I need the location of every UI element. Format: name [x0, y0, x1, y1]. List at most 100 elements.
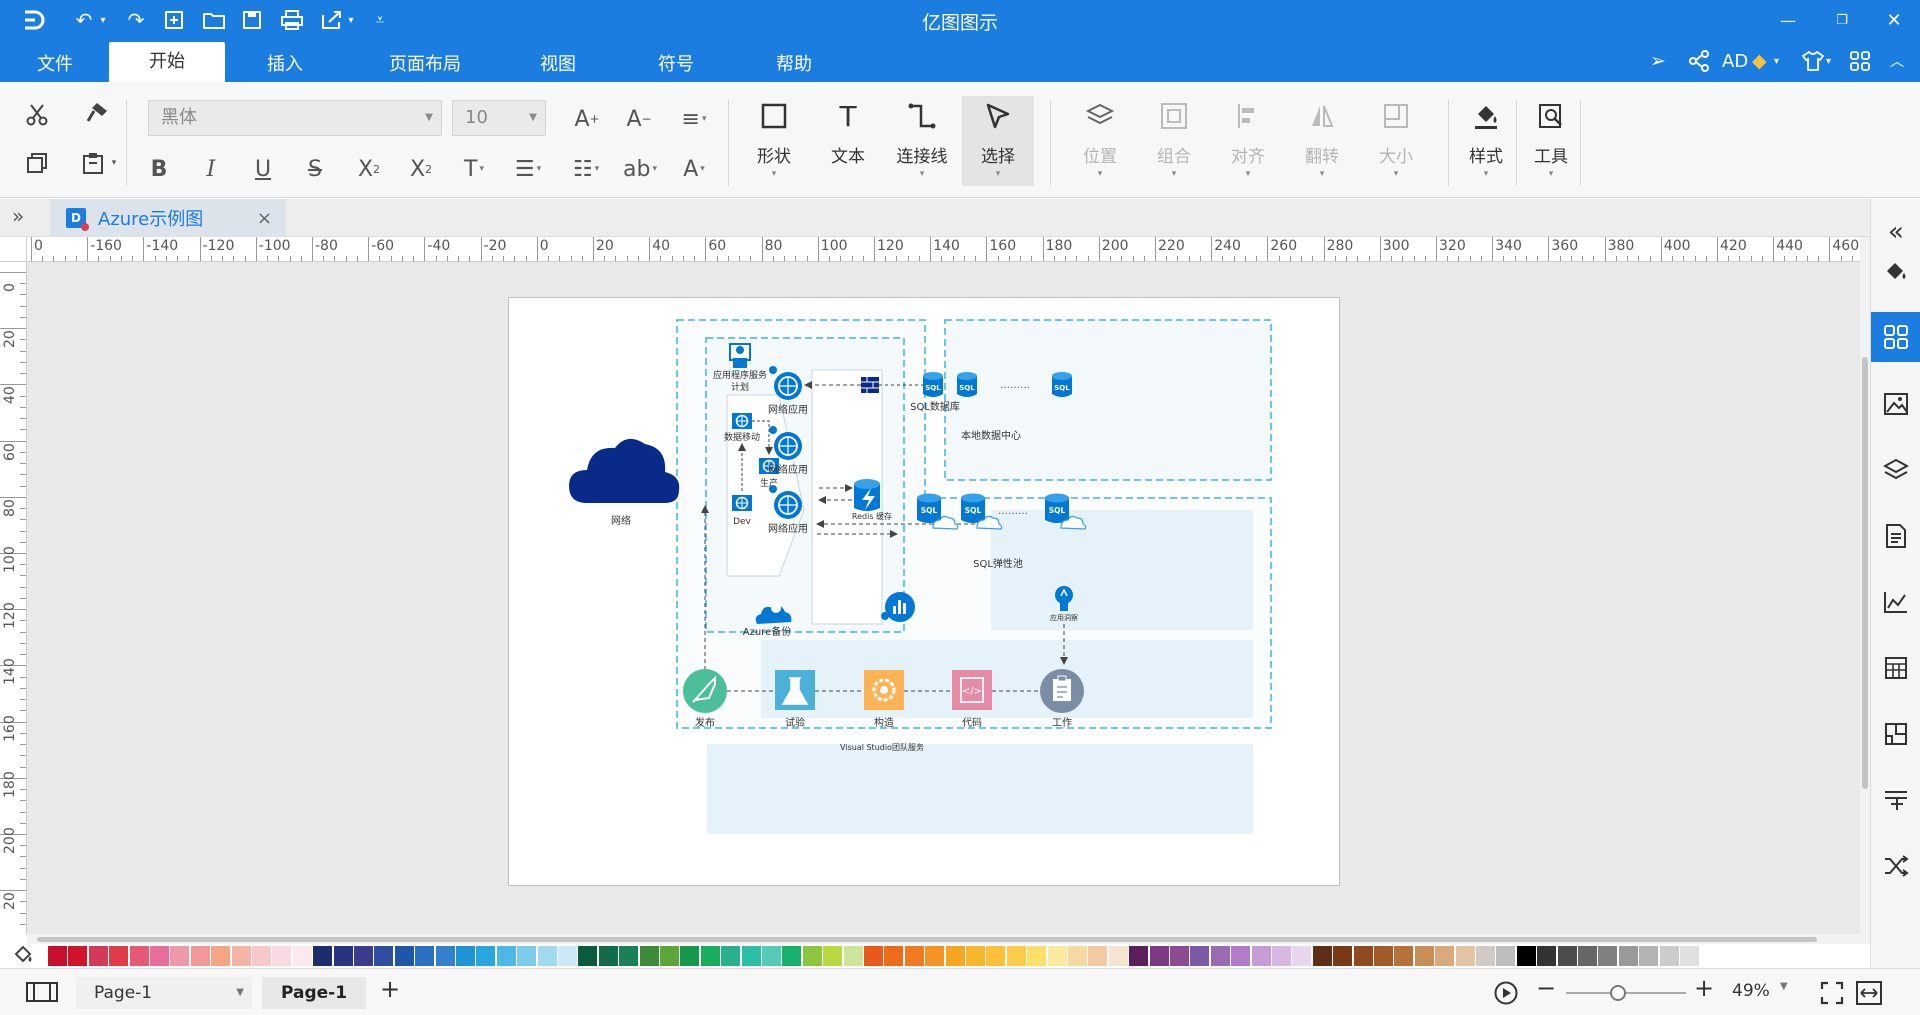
color-swatch[interactable]	[660, 946, 679, 966]
color-swatch[interactable]	[1680, 946, 1699, 966]
color-swatch[interactable]	[537, 946, 557, 966]
color-swatch[interactable]	[1251, 946, 1271, 966]
dev-slot-icon[interactable]	[732, 495, 752, 511]
color-swatch[interactable]	[925, 946, 945, 966]
color-swatch[interactable]	[109, 946, 129, 966]
fill-bucket-icon[interactable]	[12, 944, 34, 971]
flip-button[interactable]: 翻转 ▾	[1286, 96, 1358, 186]
select-button[interactable]: 选择 ▾	[962, 96, 1034, 186]
app-logo-icon[interactable]	[20, 6, 48, 34]
color-swatch[interactable]	[374, 946, 394, 966]
size-button[interactable]: 大小 ▾	[1360, 96, 1432, 186]
apps-grid-icon[interactable]	[1850, 48, 1870, 74]
zoom-out-icon[interactable]: −	[1536, 974, 1556, 1002]
color-swatch[interactable]	[48, 946, 67, 966]
color-swatch[interactable]	[904, 946, 924, 966]
firewall-icon[interactable]	[861, 377, 879, 393]
quick-access-customize-icon[interactable]: ⩡	[366, 6, 394, 34]
tab-symbol[interactable]: 符号	[636, 48, 716, 82]
color-swatch[interactable]	[190, 946, 210, 966]
color-swatch[interactable]	[1598, 946, 1618, 966]
connector-button[interactable]: 连接线 ▾	[886, 96, 958, 186]
app-service-plan-icon[interactable]	[729, 343, 751, 368]
color-swatch[interactable]	[558, 946, 577, 966]
open-folder-icon[interactable]	[200, 6, 228, 34]
color-swatch[interactable]	[843, 946, 863, 966]
tab-insert[interactable]: 插入	[245, 48, 325, 82]
color-swatch[interactable]	[700, 946, 720, 966]
zoom-dropdown-icon[interactable]: ▼	[1780, 981, 1788, 992]
color-swatch[interactable]	[802, 946, 822, 966]
superscript-icon[interactable]: X2	[352, 154, 386, 184]
drawing-canvas[interactable]: 网络 应用程序服务 计划 数据移动 生产 Dev 网络应用 网络应用 网络应用 …	[27, 262, 1860, 934]
close-tab-icon[interactable]: ×	[257, 208, 272, 229]
restore-icon[interactable]: ❐	[1822, 6, 1862, 34]
share-icon[interactable]	[1688, 48, 1710, 74]
strikethrough-icon[interactable]: S	[300, 154, 330, 184]
color-swatch[interactable]	[823, 946, 843, 966]
color-swatch[interactable]	[1312, 946, 1332, 966]
color-swatch[interactable]	[1578, 946, 1597, 966]
increase-font-icon[interactable]: A +	[570, 104, 604, 134]
color-swatch[interactable]	[1129, 946, 1149, 966]
color-swatch[interactable]	[517, 946, 537, 966]
page-panel-toggle-icon[interactable]	[26, 982, 58, 1006]
color-swatch[interactable]	[1496, 946, 1516, 966]
tab-file[interactable]: 文件	[20, 48, 90, 82]
color-swatch[interactable]	[782, 946, 802, 966]
zoom-slider-track[interactable]	[1566, 992, 1686, 994]
format-painter-icon[interactable]	[80, 96, 114, 130]
add-page-icon[interactable]: +	[380, 975, 400, 1003]
fit-width-icon[interactable]	[1856, 981, 1882, 1009]
horizontal-scroll-thumb[interactable]	[37, 937, 1817, 942]
color-swatch[interactable]	[252, 946, 271, 966]
color-swatch[interactable]	[333, 946, 353, 966]
network-cloud[interactable]	[569, 438, 680, 503]
bullet-list-icon[interactable]: ☷ ▾	[564, 154, 608, 184]
color-swatch[interactable]	[578, 946, 598, 966]
color-swatch[interactable]	[966, 946, 985, 966]
page-properties-icon[interactable]	[1871, 511, 1920, 561]
color-swatch[interactable]	[394, 946, 414, 966]
color-swatch[interactable]	[1231, 946, 1251, 966]
sql-database-icon-3[interactable]: SQL	[1052, 372, 1072, 397]
data-migration-slot-icon[interactable]	[732, 413, 752, 429]
export-dropdown-icon[interactable]: ▾	[344, 6, 358, 34]
color-swatch[interactable]	[1292, 946, 1312, 966]
sql-database-icon-2[interactable]: SQL	[957, 372, 977, 397]
color-swatch[interactable]	[129, 946, 149, 966]
color-swatch[interactable]	[1353, 946, 1373, 966]
build-icon[interactable]	[864, 670, 904, 710]
export-icon[interactable]	[318, 6, 346, 34]
page-select[interactable]: Page-1 ▼	[76, 977, 252, 1009]
color-swatch[interactable]	[1333, 946, 1353, 966]
color-swatch[interactable]	[1006, 946, 1026, 966]
code-icon[interactable]: </>	[952, 670, 992, 710]
diagram-page[interactable]: 网络 应用程序服务 计划 数据移动 生产 Dev 网络应用 网络应用 网络应用 …	[508, 297, 1340, 886]
color-swatch[interactable]	[456, 946, 475, 966]
paste-dropdown-icon[interactable]: ▾	[108, 148, 120, 178]
color-swatch[interactable]	[231, 946, 251, 966]
undo-dropdown-icon[interactable]: ▾	[96, 6, 110, 34]
copy-icon[interactable]	[20, 146, 54, 180]
theme-shirt-icon[interactable]	[1802, 48, 1824, 74]
color-swatch[interactable]	[435, 946, 455, 966]
vs-team-row-box[interactable]	[707, 744, 1253, 834]
undo-icon[interactable]: ↶	[70, 6, 98, 34]
user-account[interactable]: AD	[1722, 48, 1748, 74]
color-swatch[interactable]	[945, 946, 965, 966]
color-swatch[interactable]	[1170, 946, 1189, 966]
color-swatch[interactable]	[619, 946, 639, 966]
color-swatch[interactable]	[1476, 946, 1495, 966]
format-panel-icon[interactable]	[1871, 775, 1920, 825]
color-swatch[interactable]	[1414, 946, 1434, 966]
vertical-scrollbar[interactable]	[1860, 237, 1870, 934]
color-swatch[interactable]	[1639, 946, 1659, 966]
color-swatch[interactable]	[1516, 946, 1536, 966]
text-align-icon[interactable]: ≡ ▾	[672, 104, 716, 134]
color-swatch[interactable]	[864, 946, 883, 966]
decrease-font-icon[interactable]: A −	[622, 104, 656, 134]
cut-icon[interactable]	[20, 98, 54, 132]
zoom-slider-thumb[interactable]	[1609, 985, 1626, 1001]
color-swatch[interactable]	[680, 946, 700, 966]
